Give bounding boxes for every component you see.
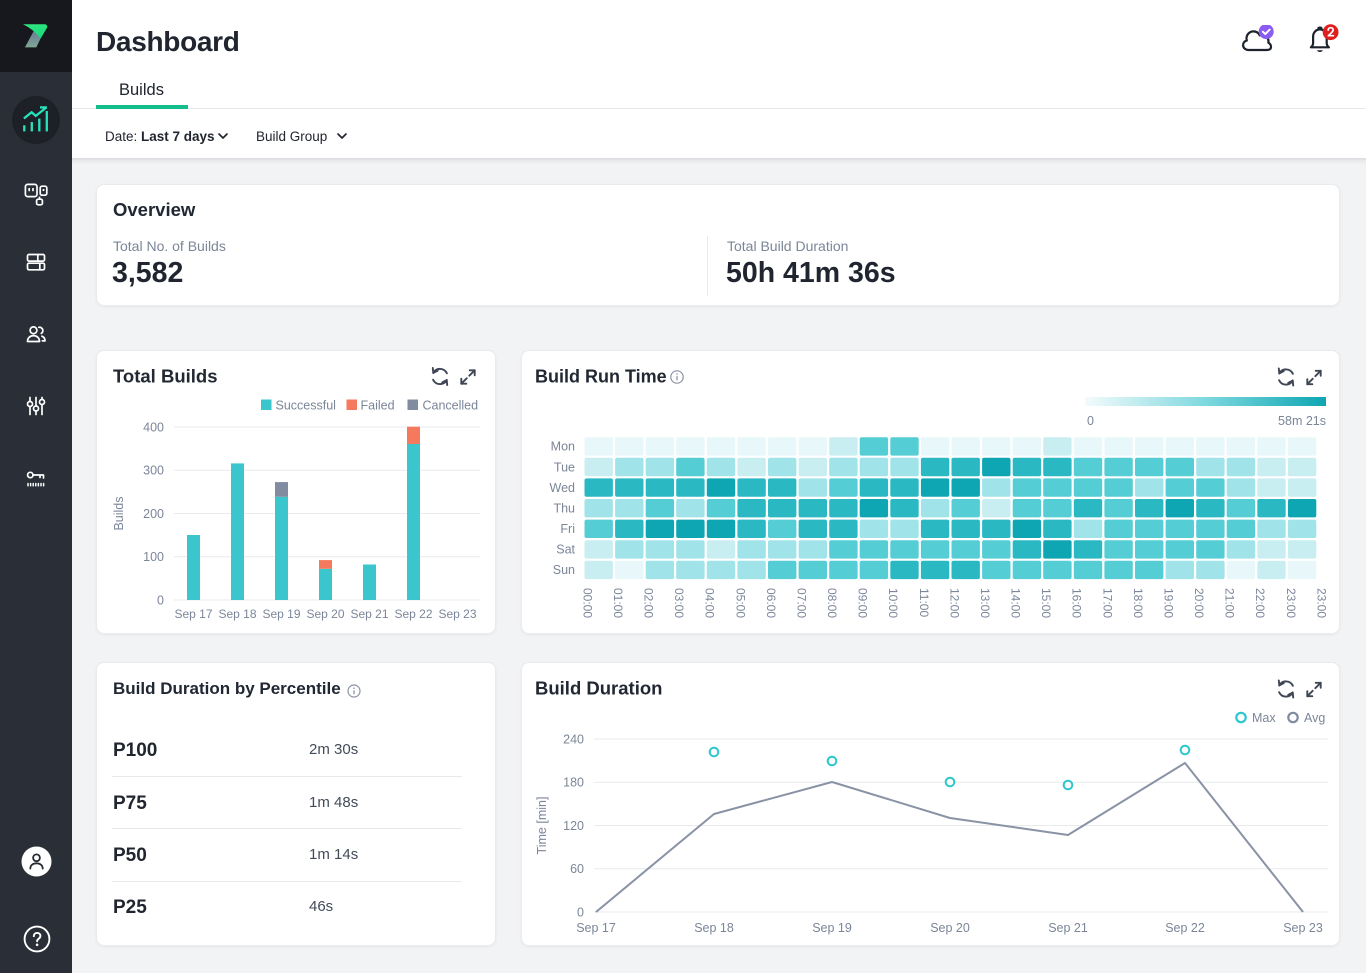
svg-text:Builds: Builds: [112, 496, 126, 530]
svg-text:05:00: 05:00: [733, 588, 747, 618]
svg-text:Sep 22: Sep 22: [1165, 921, 1205, 935]
svg-text:Fri: Fri: [560, 522, 575, 536]
svg-text:120: 120: [563, 819, 584, 833]
svg-text:Wed: Wed: [550, 481, 576, 495]
svg-text:23:00: 23:00: [1314, 588, 1328, 618]
svg-text:19:00: 19:00: [1162, 588, 1176, 618]
svg-text:Sun: Sun: [553, 563, 575, 577]
svg-text:23:00: 23:00: [1284, 588, 1298, 618]
svg-text:Avg: Avg: [1304, 711, 1325, 725]
svg-text:Thu: Thu: [553, 502, 575, 516]
svg-text:13:00: 13:00: [978, 588, 992, 618]
svg-text:09:00: 09:00: [856, 588, 870, 618]
svg-text:00:00: 00:00: [580, 588, 594, 618]
svg-text:15:00: 15:00: [1039, 588, 1053, 618]
svg-text:Time [min]: Time [min]: [535, 797, 549, 855]
svg-text:100: 100: [143, 550, 164, 564]
svg-text:12:00: 12:00: [947, 588, 961, 618]
svg-text:Sep 18: Sep 18: [218, 607, 256, 621]
svg-text:Total Builds: Total Builds: [113, 366, 218, 387]
svg-text:07:00: 07:00: [795, 588, 809, 618]
svg-text:0: 0: [157, 593, 164, 607]
svg-text:Sep 18: Sep 18: [694, 921, 734, 935]
svg-text:Mon: Mon: [551, 440, 575, 454]
svg-text:300: 300: [143, 464, 164, 478]
svg-text:Sep 23: Sep 23: [1283, 921, 1323, 935]
svg-text:Max: Max: [1252, 711, 1276, 725]
svg-text:01:00: 01:00: [611, 588, 625, 618]
svg-text:Sep 21: Sep 21: [350, 607, 388, 621]
svg-text:02:00: 02:00: [642, 588, 656, 618]
svg-text:17:00: 17:00: [1100, 588, 1114, 618]
svg-text:08:00: 08:00: [825, 588, 839, 618]
svg-text:20:00: 20:00: [1192, 588, 1206, 618]
svg-text:16:00: 16:00: [1070, 588, 1084, 618]
svg-text:Failed: Failed: [361, 399, 395, 413]
svg-text:Sep 19: Sep 19: [812, 921, 852, 935]
svg-text:240: 240: [563, 732, 584, 746]
svg-text:Tue: Tue: [554, 460, 575, 474]
svg-text:58m 21s: 58m 21s: [1278, 414, 1326, 428]
svg-text:Sep 17: Sep 17: [576, 921, 616, 935]
svg-text:18:00: 18:00: [1131, 588, 1145, 618]
svg-text:03:00: 03:00: [672, 588, 686, 618]
svg-text:180: 180: [563, 776, 584, 790]
svg-text:Sep 20: Sep 20: [306, 607, 344, 621]
svg-text:200: 200: [143, 507, 164, 521]
svg-text:Sat: Sat: [556, 543, 575, 557]
svg-text:Cancelled: Cancelled: [423, 399, 479, 413]
svg-text:04:00: 04:00: [703, 588, 717, 618]
svg-text:06:00: 06:00: [764, 588, 778, 618]
svg-text:0: 0: [1087, 414, 1094, 428]
svg-text:Sep 20: Sep 20: [930, 921, 970, 935]
svg-text:21:00: 21:00: [1223, 588, 1237, 618]
svg-text:Sep 17: Sep 17: [174, 607, 212, 621]
svg-text:Sep 22: Sep 22: [394, 607, 432, 621]
svg-text:11:00: 11:00: [917, 588, 931, 617]
svg-text:Build Duration: Build Duration: [535, 678, 662, 699]
svg-text:Sep 23: Sep 23: [438, 607, 476, 621]
svg-text:0: 0: [577, 905, 584, 919]
svg-text:Build Run Time: Build Run Time: [535, 367, 667, 387]
svg-text:Sep 19: Sep 19: [262, 607, 300, 621]
svg-text:Successful: Successful: [276, 399, 336, 413]
svg-text:Sep 21: Sep 21: [1048, 921, 1088, 935]
svg-text:400: 400: [143, 420, 164, 434]
svg-text:60: 60: [570, 862, 584, 876]
svg-text:10:00: 10:00: [886, 588, 900, 618]
svg-text:22:00: 22:00: [1253, 588, 1267, 618]
svg-text:14:00: 14:00: [1009, 588, 1023, 618]
